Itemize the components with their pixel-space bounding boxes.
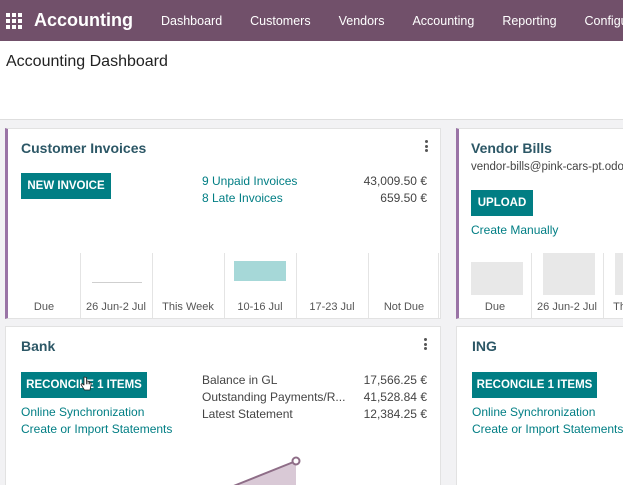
- customer-invoices-menu-icon[interactable]: [425, 140, 429, 152]
- vendor-bills-title[interactable]: Vendor Bills: [471, 140, 552, 156]
- app-name[interactable]: Accounting: [34, 10, 133, 31]
- bank-balance-graph: [233, 456, 301, 485]
- page-title: Accounting Dashboard: [6, 53, 168, 70]
- late-invoices-amount: 659.50 €: [380, 191, 427, 205]
- menu-reporting[interactable]: Reporting: [488, 14, 570, 28]
- late-invoices-link[interactable]: 8 Late Invoices: [202, 191, 283, 205]
- vendor-chart-label-due: Due: [484, 301, 506, 313]
- unpaid-invoices-amount: 43,009.50 €: [363, 174, 427, 188]
- chart-label-10jul: 10-16 Jul: [237, 301, 283, 313]
- ing-reconcile-button[interactable]: RECONCILE 1 ITEMS: [472, 372, 597, 398]
- vendor-chart-bar-this-week[interactable]: [615, 253, 623, 295]
- unpaid-invoices-link[interactable]: 9 Unpaid Invoices: [202, 174, 297, 188]
- customer-invoices-title[interactable]: Customer Invoices: [21, 140, 146, 156]
- vendor-bills-email: vendor-bills@pink-cars-pt.odoo.com: [471, 161, 623, 173]
- bank-card: Bank RECONCILE 1 ITEMS Online Synchroniz…: [5, 326, 441, 485]
- vendor-chart-label-this-week: This Week: [613, 301, 623, 313]
- chart-label-due: Due: [33, 301, 55, 313]
- menu-configuration[interactable]: Configuration: [571, 14, 623, 28]
- top-navbar: Accounting Dashboard Customers Vendors A…: [0, 0, 623, 41]
- menu-accounting[interactable]: Accounting: [398, 14, 488, 28]
- bank-balance-area: [236, 461, 296, 485]
- main-menu: Dashboard Customers Vendors Accounting R…: [147, 14, 623, 28]
- menu-vendors[interactable]: Vendors: [325, 14, 399, 28]
- bank-balance-point: [291, 456, 301, 466]
- chart-label-not-due: Not Due: [383, 301, 425, 313]
- chart-bar-this-week[interactable]: [234, 261, 286, 281]
- ing-card: ING RECONCILE 1 ITEMS Online Synchroniza…: [456, 326, 623, 485]
- menu-customers[interactable]: Customers: [236, 14, 324, 28]
- chart-label-17jul: 17-23 Jul: [309, 301, 355, 313]
- vendor-chart-bar-26jun[interactable]: [543, 253, 595, 295]
- ing-online-sync-link[interactable]: Online Synchronization: [472, 405, 595, 419]
- customer-invoices-card: Customer Invoices NEW INVOICE 9 Unpaid I…: [5, 128, 441, 319]
- vendor-chart-label-26jun: 26 Jun-2 Jul: [537, 301, 597, 313]
- hand-cursor-icon: [80, 376, 92, 391]
- ing-title[interactable]: ING: [472, 338, 497, 354]
- upload-button[interactable]: UPLOAD: [471, 190, 533, 216]
- new-invoice-button[interactable]: NEW INVOICE: [21, 173, 111, 199]
- menu-dashboard[interactable]: Dashboard: [147, 14, 236, 28]
- control-panel: Accounting Dashboard: [0, 41, 623, 120]
- ing-import-statements-link[interactable]: Create or Import Statements: [472, 422, 623, 436]
- chart-label-26jun: 26 Jun-2 Jul: [86, 301, 146, 313]
- chart-bar-due-baseline[interactable]: [92, 282, 142, 283]
- apps-menu-icon[interactable]: [6, 12, 22, 29]
- vendor-chart-bar-due[interactable]: [471, 262, 523, 295]
- create-manually-link[interactable]: Create Manually: [471, 223, 558, 237]
- vendor-bills-card: Vendor Bills vendor-bills@pink-cars-pt.o…: [456, 128, 623, 319]
- chart-label-this-week: This Week: [162, 301, 214, 313]
